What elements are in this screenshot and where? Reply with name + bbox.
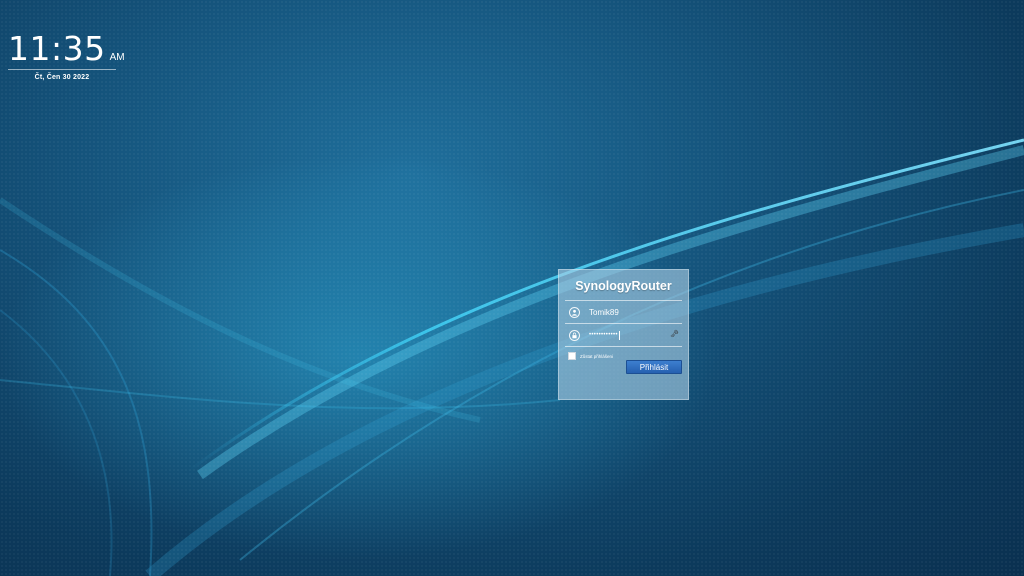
clock-ampm: AM (109, 52, 125, 63)
login-button[interactable]: Přihlásit (626, 360, 682, 374)
clock-date: Čt, Čen 30 2022 (34, 74, 90, 81)
divider (565, 346, 682, 347)
remember-me[interactable]: Zůstat přihlášeni (559, 352, 688, 360)
desktop-clock: 11:35 AM Čt, Čen 30 2022 (8, 29, 125, 81)
password-field[interactable]: •••••••••••• 🗝︎ (559, 324, 688, 346)
password-value[interactable]: •••••••••••• (589, 332, 618, 338)
user-icon (569, 306, 580, 318)
text-cursor (618, 330, 620, 340)
username-value[interactable]: Tomik89 (589, 308, 619, 317)
key-icon[interactable]: 🗝︎ (670, 331, 679, 339)
remember-label: Zůstat přihlášeni (580, 353, 614, 359)
remember-checkbox[interactable] (568, 352, 576, 360)
lock-icon (569, 329, 580, 341)
clock-divider (8, 69, 116, 70)
desktop-background: 11:35 AM Čt, Čen 30 2022 SynologyRouter … (0, 0, 1024, 576)
clock-time: 11:35 (8, 29, 106, 68)
background-light-streaks (0, 0, 1024, 576)
login-title: SynologyRouter (575, 279, 672, 293)
username-field[interactable]: Tomik89 (559, 301, 688, 323)
login-panel: SynologyRouter Tomik89 •••••••••••• 🗝︎ Z… (558, 269, 689, 400)
